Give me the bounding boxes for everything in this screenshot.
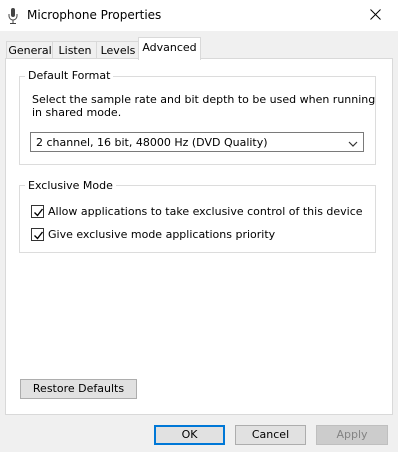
apply-button: Apply: [316, 425, 388, 445]
tab-label: General: [8, 44, 52, 57]
microphone-icon: [8, 8, 18, 24]
cancel-button[interactable]: Cancel: [235, 425, 306, 445]
tab-label: Listen: [58, 44, 92, 57]
tab-listen[interactable]: Listen: [52, 41, 98, 59]
format-dropdown-value: 2 channel, 16 bit, 48000 Hz (DVD Quality…: [36, 136, 268, 149]
window-title: Microphone Properties: [27, 8, 162, 22]
default-format-description-cont: in shared mode.: [32, 106, 122, 119]
close-button[interactable]: [352, 0, 398, 31]
ok-button[interactable]: OK: [154, 425, 225, 445]
exclusive-priority-checkbox[interactable]: [31, 228, 44, 241]
allow-exclusive-control-checkbox[interactable]: [31, 205, 44, 218]
tab-levels[interactable]: Levels: [96, 41, 140, 59]
restore-defaults-button[interactable]: Restore Defaults: [20, 379, 137, 399]
title-bar: Microphone Properties: [0, 0, 398, 31]
checkmark-icon: [34, 231, 44, 240]
tab-label: Advanced: [142, 41, 197, 54]
default-format-label: Default Format: [25, 69, 114, 82]
allow-exclusive-control-label[interactable]: Allow applications to take exclusive con…: [48, 205, 363, 218]
close-icon: [369, 8, 381, 23]
exclusive-mode-label: Exclusive Mode: [25, 179, 116, 192]
tab-general[interactable]: General: [6, 41, 54, 59]
tab-advanced[interactable]: Advanced: [138, 37, 201, 60]
exclusive-mode-group: [19, 185, 376, 253]
tab-label: Levels: [100, 44, 136, 57]
default-format-description: Select the sample rate and bit depth to …: [32, 93, 376, 106]
exclusive-priority-label[interactable]: Give exclusive mode applications priorit…: [48, 228, 275, 241]
checkmark-icon: [34, 208, 44, 217]
chevron-down-icon: [348, 138, 358, 147]
format-dropdown[interactable]: 2 channel, 16 bit, 48000 Hz (DVD Quality…: [30, 132, 364, 152]
